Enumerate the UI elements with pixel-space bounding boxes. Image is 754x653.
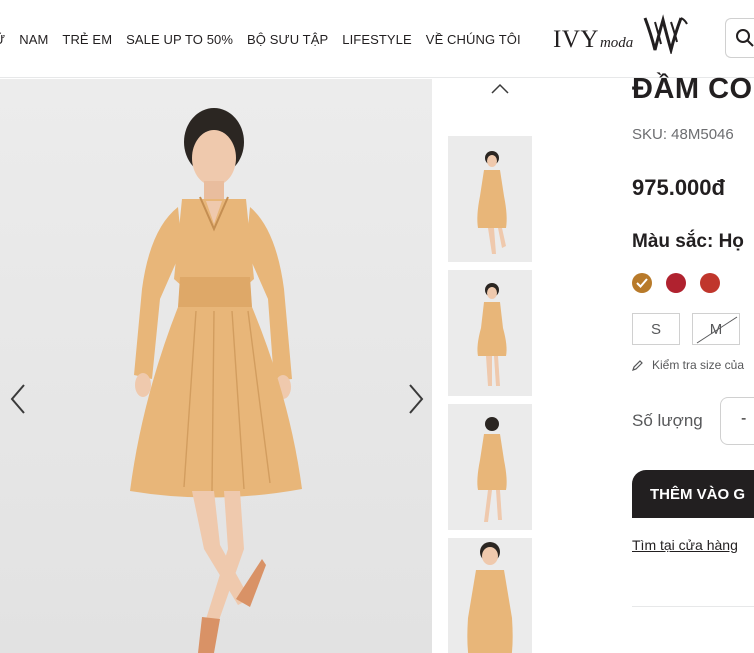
chevron-up-icon[interactable] <box>490 83 510 95</box>
prev-image-button[interactable] <box>6 379 30 419</box>
main-nav: Ữ NAM TRẺ EM SALE UP TO 50% BỘ SƯU TẬP L… <box>0 0 535 78</box>
nav-item-women[interactable]: Ữ <box>0 32 5 47</box>
model-figure <box>130 108 302 653</box>
color-swatch-orange-red[interactable] <box>700 273 720 293</box>
thumbnail-figure <box>467 542 513 653</box>
logo-text-ivy: IVY <box>553 26 599 53</box>
quantity-label: Số lượng <box>632 411 703 430</box>
thumbnail-3[interactable] <box>448 404 532 530</box>
logo-mark-icon <box>643 14 688 54</box>
thumbnail-gallery <box>446 79 534 653</box>
size-check-label: Kiểm tra size của <box>652 358 745 372</box>
logo-text-moda: moda <box>599 35 634 51</box>
product-title: ĐẦM CO <box>632 73 753 105</box>
pencil-icon <box>632 360 643 371</box>
chevron-left-icon <box>10 384 25 414</box>
nav-item-sale[interactable]: SALE UP TO 50% <box>126 32 233 47</box>
site-header: Ữ NAM TRẺ EM SALE UP TO 50% BỘ SƯU TẬP L… <box>0 0 754 78</box>
nav-item-men[interactable]: NAM <box>19 32 48 47</box>
check-icon <box>636 278 648 288</box>
nav-item-kids[interactable]: TRẺ EM <box>62 32 112 47</box>
color-swatch-red[interactable] <box>666 273 686 293</box>
thumbnail-2[interactable] <box>448 270 532 396</box>
nav-item-collection[interactable]: BỘ SƯU TẬP <box>247 32 328 47</box>
size-m-button[interactable]: M <box>692 313 740 345</box>
thumbnail-figure <box>477 151 507 254</box>
thumbnail-figure <box>477 283 507 386</box>
thumbnail-figure <box>477 417 507 522</box>
color-swatch-yellow[interactable] <box>632 273 652 293</box>
product-price: 975.000đ <box>632 175 725 200</box>
thumbnail-1[interactable] <box>448 136 532 262</box>
quantity-decrease-button[interactable]: - <box>741 410 746 428</box>
find-in-store-link[interactable]: Tìm tại cửa hàng <box>632 537 738 553</box>
add-to-cart-button[interactable]: THÊM VÀO G <box>632 470 754 518</box>
color-label: Màu sắc: Họ <box>632 231 744 252</box>
nav-item-about[interactable]: VỀ CHÚNG TÔI <box>426 32 521 47</box>
product-main-image <box>0 79 432 653</box>
chevron-right-icon <box>409 384 424 414</box>
product-sku: SKU: 48M5046 <box>632 126 734 143</box>
search-input[interactable] <box>725 18 754 58</box>
product-info-panel: ĐẦM CO SKU: 48M5046 975.000đ Màu sắc: Họ… <box>632 73 754 653</box>
size-check-link[interactable]: Kiểm tra size của <box>632 358 744 372</box>
size-s-button[interactable]: S <box>632 313 680 345</box>
logo[interactable]: IVY moda <box>553 14 691 58</box>
search-icon <box>736 29 754 47</box>
thumbnail-4[interactable] <box>448 538 532 653</box>
size-s-label: S <box>650 320 661 338</box>
next-image-button[interactable] <box>404 379 428 419</box>
divider <box>632 606 754 607</box>
nav-item-lifestyle[interactable]: LIFESTYLE <box>342 32 412 47</box>
quantity-stepper[interactable]: - <box>720 397 754 445</box>
strikethrough-icon <box>696 316 738 344</box>
